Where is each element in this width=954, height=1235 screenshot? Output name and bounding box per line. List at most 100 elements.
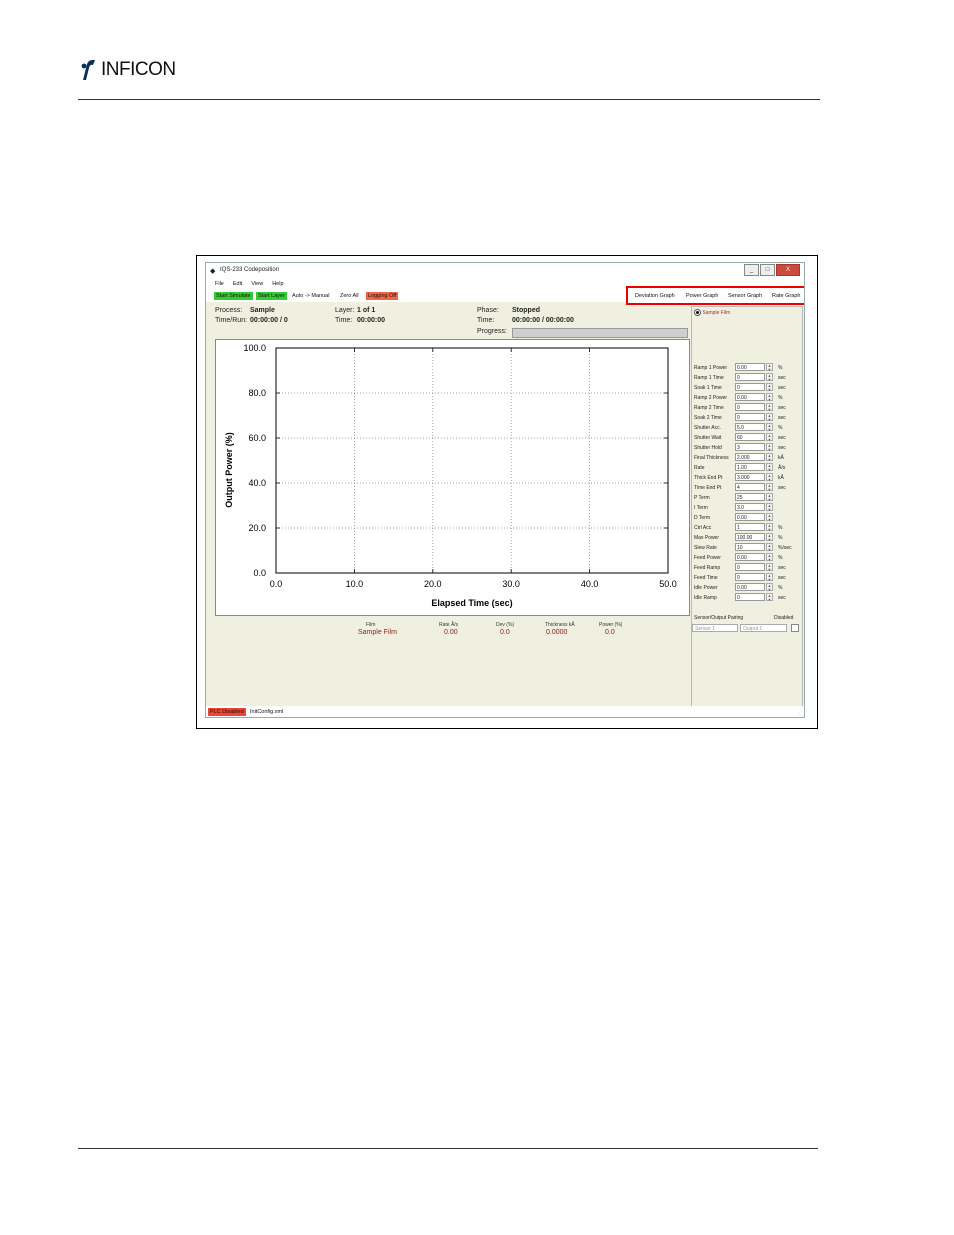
param-label: Ramp 2 Power <box>694 395 728 401</box>
param-unit: % <box>778 555 783 561</box>
spinner-icon[interactable]: ▲ ▼ <box>766 433 773 442</box>
param-input[interactable]: 0 <box>735 413 765 421</box>
y-tick-label: 40.0 <box>248 478 266 488</box>
spinner-icon[interactable]: ▲ ▼ <box>766 523 773 532</box>
param-input[interactable]: 1.00 <box>735 463 765 471</box>
output-select[interactable]: Output 1 <box>740 624 787 632</box>
disabled-checkbox[interactable] <box>791 624 799 632</box>
plc-status-badge: PLC Disabled <box>208 708 246 716</box>
sensor-select[interactable]: Sensor 1 <box>692 624 738 632</box>
param-unit: sec <box>778 565 786 571</box>
spinner-icon[interactable]: ▲ ▼ <box>766 583 773 592</box>
resize-grip-icon[interactable]: ⋰ <box>797 711 802 717</box>
menu-help[interactable]: Help <box>272 279 283 290</box>
param-label: Max Power <box>694 535 720 541</box>
param-input[interactable]: 3.000 <box>735 473 765 481</box>
start-simulate-button[interactable]: Start Simulate <box>214 292 253 300</box>
param-input[interactable]: 1 <box>735 523 765 531</box>
param-unit: sec <box>778 385 786 391</box>
param-input[interactable]: 0 <box>735 373 765 381</box>
sensor-graph-button[interactable]: Sensor Graph <box>728 293 762 299</box>
param-unit: sec <box>778 405 786 411</box>
param-unit: sec <box>778 445 786 451</box>
param-input[interactable]: 10 <box>735 543 765 551</box>
menu-edit[interactable]: Edit <box>233 279 242 290</box>
param-input[interactable]: 3.0 <box>735 503 765 511</box>
start-layer-button[interactable]: Start Layer <box>256 292 287 300</box>
param-label: Idle Power <box>694 585 718 591</box>
spinner-icon[interactable]: ▲ ▼ <box>766 513 773 522</box>
param-input[interactable]: 0 <box>735 593 765 601</box>
x-tick-label: 30.0 <box>502 579 520 589</box>
menu-file[interactable]: File <box>215 279 224 290</box>
spinner-icon[interactable]: ▲ ▼ <box>766 593 773 602</box>
spinner-icon[interactable]: ▲ ▼ <box>766 543 773 552</box>
spinner-icon[interactable]: ▲ ▼ <box>766 553 773 562</box>
spinner-icon[interactable]: ▲ ▼ <box>766 363 773 372</box>
param-input[interactable]: 0 <box>735 573 765 581</box>
maximize-button[interactable]: □ <box>760 264 775 276</box>
spinner-icon[interactable]: ▲ ▼ <box>766 493 773 502</box>
readout-dev-header: Dev (%) <box>496 622 515 628</box>
param-input[interactable]: 100.00 <box>735 533 765 541</box>
x-axis-label: Elapsed Time (sec) <box>431 598 512 608</box>
param-label: Shutter Acc. <box>694 425 721 431</box>
param-input[interactable]: 0.00 <box>735 513 765 521</box>
spinner-icon[interactable]: ▲ ▼ <box>766 413 773 422</box>
pairing-header: Sensor/Output Pairing <box>694 615 744 621</box>
close-button[interactable]: X <box>776 264 800 276</box>
spinner-icon[interactable]: ▲ ▼ <box>766 503 773 512</box>
spinner-icon[interactable]: ▲ ▼ <box>766 563 773 572</box>
param-label: Ramp 1 Power <box>694 365 728 371</box>
logging-off-button[interactable]: Logging Off <box>366 292 399 300</box>
pairing-disabled-label: Disabled <box>774 615 794 621</box>
param-input[interactable]: 60 <box>735 433 765 441</box>
param-unit: % <box>778 525 783 531</box>
param-label: I Term <box>694 505 708 511</box>
spinner-icon[interactable]: ▲ ▼ <box>766 463 773 472</box>
param-input[interactable]: 25 <box>735 493 765 501</box>
spinner-icon[interactable]: ▲ ▼ <box>766 443 773 452</box>
param-input[interactable]: 0 <box>735 383 765 391</box>
process-value: Sample <box>250 307 275 314</box>
menu-view[interactable]: View <box>251 279 263 290</box>
param-row: Shutter Acc. 5.0 ▲ ▼% <box>694 423 804 433</box>
param-row: Ctrl Acc 1 ▲ ▼% <box>694 523 804 533</box>
spinner-icon[interactable]: ▲ ▼ <box>766 373 773 382</box>
radio-selected-icon <box>694 309 701 316</box>
inficon-logo-mark-icon <box>81 59 95 80</box>
spinner-icon[interactable]: ▲ ▼ <box>766 383 773 392</box>
spinner-icon[interactable]: ▲ ▼ <box>766 423 773 432</box>
param-input[interactable]: 0.00 <box>735 363 765 371</box>
param-input[interactable]: 0.00 <box>735 393 765 401</box>
sample-film-radio[interactable]: Sample Film <box>694 309 730 316</box>
param-row: Final Thickness 2.000 ▲ ▼ kÅ <box>694 453 804 463</box>
spinner-icon[interactable]: ▲ ▼ <box>766 573 773 582</box>
param-input[interactable]: 4 <box>735 483 765 491</box>
spinner-icon[interactable]: ▲ ▼ <box>766 453 773 462</box>
spinner-icon[interactable]: ▲ ▼ <box>766 473 773 482</box>
spinner-icon[interactable]: ▲ ▼ <box>766 403 773 412</box>
minimize-button[interactable]: _ <box>744 264 759 276</box>
spinner-icon[interactable]: ▲ ▼ <box>766 533 773 542</box>
param-input[interactable]: 0 <box>735 403 765 411</box>
param-input[interactable]: 0.00 <box>735 553 765 561</box>
param-unit: sec <box>778 375 786 381</box>
zero-all-button[interactable]: Zero All <box>338 292 361 300</box>
param-input[interactable]: 3 <box>735 443 765 451</box>
param-input[interactable]: 0.00 <box>735 583 765 591</box>
param-input[interactable]: 0 <box>735 563 765 571</box>
rate-graph-button[interactable]: Rate Graph <box>772 293 800 299</box>
app-icon: ◆ <box>210 268 216 275</box>
power-graph-button[interactable]: Power Graph <box>686 293 718 299</box>
auto-manual-button[interactable]: Auto -> Manual <box>290 292 331 300</box>
param-input[interactable]: 5.0 <box>735 423 765 431</box>
spinner-icon[interactable]: ▲ ▼ <box>766 393 773 402</box>
readout-film-value: Sample Film <box>358 629 397 636</box>
param-label: Thick End Pt <box>694 475 723 481</box>
y-tick-label: 100.0 <box>243 343 266 353</box>
deviation-graph-button[interactable]: Deviation Graph <box>635 293 675 299</box>
param-input[interactable]: 2.000 <box>735 453 765 461</box>
param-row: Ramp 1 Power 0.00 ▲ ▼% <box>694 363 804 373</box>
spinner-icon[interactable]: ▲ ▼ <box>766 483 773 492</box>
